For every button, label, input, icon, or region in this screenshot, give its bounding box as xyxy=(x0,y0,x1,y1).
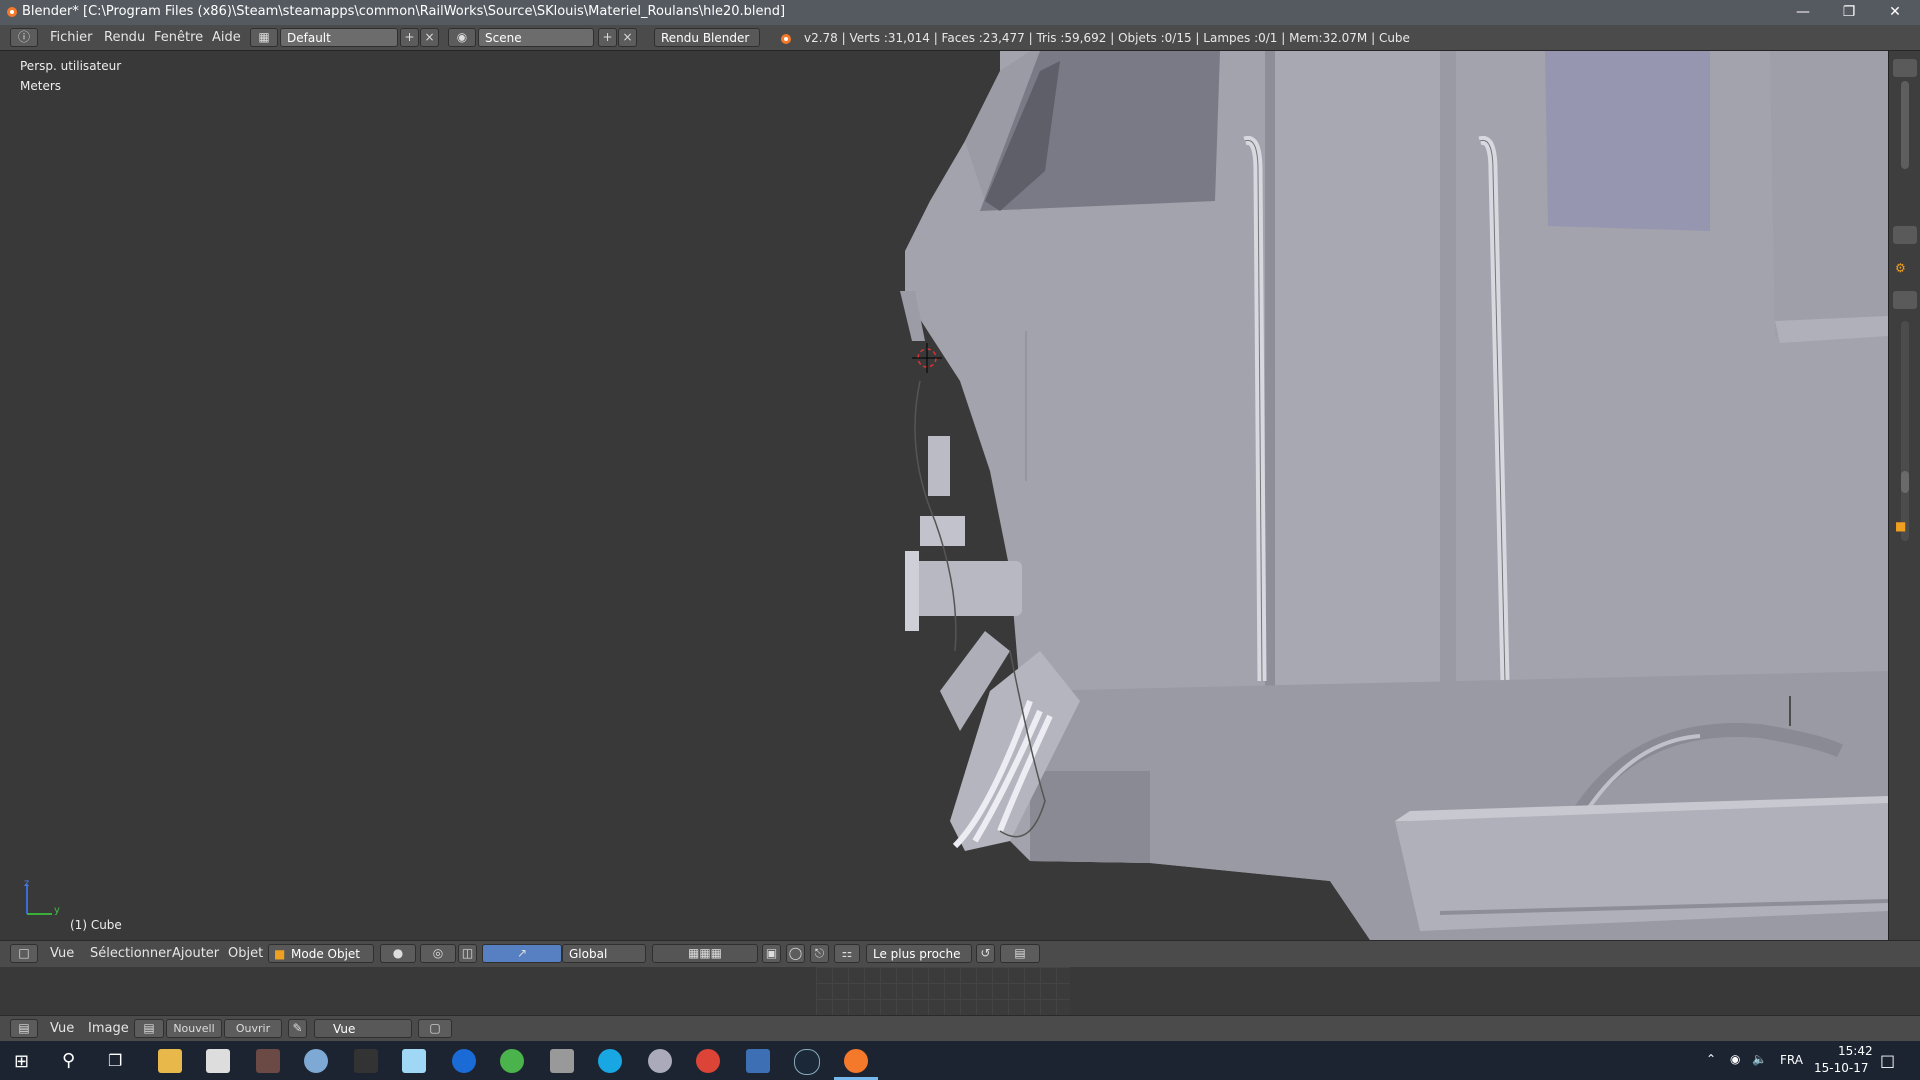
scene-icon[interactable]: ◉ xyxy=(448,28,476,47)
properties-icon[interactable] xyxy=(1893,226,1917,244)
menu-ajouter[interactable]: Ajouter xyxy=(172,946,219,961)
task-view-icon[interactable]: ❐ xyxy=(108,1051,122,1070)
blender-taskbar-icon[interactable] xyxy=(844,1049,868,1073)
snap-element-icon[interactable]: ⚏ xyxy=(834,944,860,963)
image-pivot-icon[interactable]: ▢ xyxy=(418,1019,452,1038)
menu-rendu[interactable]: Rendu xyxy=(104,30,145,45)
blender-logo-icon xyxy=(781,34,791,44)
menu-image-vue[interactable]: Vue xyxy=(50,1021,74,1036)
pivot-select-icon[interactable]: ◎ xyxy=(420,944,456,963)
network-icon[interactable]: ◉ xyxy=(1730,1052,1740,1066)
outliner-scrollbar[interactable] xyxy=(1901,81,1909,169)
open-image-button[interactable]: Ouvrir xyxy=(224,1019,282,1038)
properties-dropdown[interactable] xyxy=(1893,291,1917,309)
app-icon[interactable] xyxy=(550,1049,574,1073)
remove-layout-icon[interactable]: × xyxy=(420,28,439,47)
window-titlebar: Blender* [C:\Program Files (x86)\Steam\s… xyxy=(0,0,1920,25)
manipulator-toggle-icon[interactable]: ◫ xyxy=(458,944,477,963)
scrollbar-thumb[interactable] xyxy=(1901,471,1909,493)
steam-icon[interactable] xyxy=(794,1049,820,1075)
units-label: Meters xyxy=(20,79,62,93)
axis-z-label: z xyxy=(24,878,30,889)
object-cube-icon[interactable]: ■ xyxy=(1895,519,1906,533)
edge-icon[interactable] xyxy=(452,1049,476,1073)
axis-gizmo-icon xyxy=(26,884,52,915)
render-preview-icon[interactable]: ▤ xyxy=(1000,944,1040,963)
notifications-icon[interactable]: □ xyxy=(1880,1051,1895,1070)
image-editor-header: ▤ Vue Image ▤ Nouvell Ouvrir ✎ Vue ▢ xyxy=(0,1015,1920,1042)
transform-manipulators-icon[interactable]: ↗ xyxy=(482,944,562,963)
layers-grid-icon[interactable]: ▦▦▦ xyxy=(652,944,758,963)
menu-fenetre[interactable]: Fenêtre xyxy=(154,30,203,45)
view-mode-select[interactable]: Vue xyxy=(314,1019,412,1038)
settings-icon[interactable] xyxy=(648,1049,672,1073)
store-icon[interactable] xyxy=(206,1049,230,1073)
clock-date[interactable]: 15-10-17 xyxy=(1814,1061,1868,1075)
menu-objet[interactable]: Objet xyxy=(228,946,263,961)
menu-aide[interactable]: Aide xyxy=(212,30,241,45)
axis-y-label: y xyxy=(54,905,60,916)
menu-selectionner[interactable]: Sélectionner xyxy=(90,946,172,961)
snap-align-icon[interactable]: ↺ xyxy=(976,944,995,963)
pin-image-icon[interactable]: ✎ xyxy=(288,1019,307,1038)
properties-strip[interactable]: ⚙ ■ xyxy=(1888,51,1920,940)
app-icon[interactable] xyxy=(402,1049,426,1073)
scene-field[interactable]: Scene xyxy=(478,28,594,47)
start-icon[interactable]: ⊞ xyxy=(14,1051,29,1072)
train-model-render xyxy=(26,51,1888,940)
close-button[interactable]: ✕ xyxy=(1872,0,1918,25)
file-explorer-icon[interactable] xyxy=(158,1049,182,1073)
info-header: ⓘ Fichier Rendu Fenêtre Aide ▦ Default +… xyxy=(0,25,1920,51)
active-object-label: (1) Cube xyxy=(70,918,122,932)
chrome-icon[interactable] xyxy=(696,1049,720,1073)
windows-taskbar: ⊞ ⚲ ❐ ⌃ ◉ 🔈 FRA 15:42 15-10-17 □ xyxy=(0,1041,1920,1080)
editor-type-3dview-icon[interactable]: □ xyxy=(10,944,38,963)
layout-field[interactable]: Default xyxy=(280,28,398,47)
properties-scrollbar[interactable] xyxy=(1901,321,1909,541)
search-icon[interactable]: ⚲ xyxy=(62,1050,75,1071)
app-icon[interactable] xyxy=(746,1049,770,1073)
window-title: Blender* [C:\Program Files (x86)\Steam\s… xyxy=(22,4,786,19)
image-editor-area[interactable] xyxy=(0,967,1920,1015)
view-label: Persp. utilisateur xyxy=(20,59,122,73)
tray-chevron-icon[interactable]: ⌃ xyxy=(1706,1052,1716,1066)
menu-vue[interactable]: Vue xyxy=(50,946,74,961)
minimize-button[interactable]: — xyxy=(1780,0,1826,25)
shading-select-icon[interactable]: ● xyxy=(380,944,416,963)
pin-icon[interactable]: ⚙ xyxy=(1895,261,1915,277)
orientation-select[interactable]: Global xyxy=(562,944,646,963)
screen-layout-icon[interactable]: ▦ xyxy=(250,28,278,47)
3d-view-header: □ Vue Sélectionner Ajouter Objet Mode Ob… xyxy=(0,940,1920,967)
proportional-edit-icon[interactable]: ◯ xyxy=(786,944,805,963)
3d-viewport[interactable]: Persp. utilisateur Meters z y (1) Cube xyxy=(0,51,1888,940)
new-image-button[interactable]: Nouvell xyxy=(166,1019,222,1038)
menu-image[interactable]: Image xyxy=(88,1021,129,1036)
utorrent-icon[interactable] xyxy=(500,1049,524,1073)
restore-button[interactable]: ❐ xyxy=(1826,0,1872,25)
add-scene-icon[interactable]: + xyxy=(598,28,617,47)
editor-type-info-icon[interactable]: ⓘ xyxy=(10,28,38,47)
menu-fichier[interactable]: Fichier xyxy=(50,30,93,45)
object-mode-icon: ■ xyxy=(274,947,286,961)
outliner-icon[interactable] xyxy=(1893,59,1917,77)
language-indicator[interactable]: FRA xyxy=(1780,1053,1803,1067)
lock-layers-icon[interactable]: ▣ xyxy=(762,944,781,963)
app-icon[interactable] xyxy=(256,1049,280,1073)
browse-image-icon[interactable]: ▤ xyxy=(134,1019,164,1038)
scene-stats: v2.78 | Verts :31,014 | Faces :23,477 | … xyxy=(804,31,1410,45)
add-layout-icon[interactable]: + xyxy=(400,28,419,47)
app-icon[interactable] xyxy=(304,1049,328,1073)
skype-icon[interactable] xyxy=(598,1049,622,1073)
image-grid xyxy=(816,967,1070,1015)
app-icon[interactable] xyxy=(354,1049,378,1073)
blender-logo-icon xyxy=(7,7,17,17)
remove-scene-icon[interactable]: × xyxy=(618,28,637,47)
render-engine-select[interactable]: Rendu Blender xyxy=(654,28,760,47)
snap-target-select[interactable]: Le plus proche xyxy=(866,944,972,963)
snap-toggle-icon[interactable]: ⎋ xyxy=(810,944,829,963)
3d-cursor-icon xyxy=(912,343,942,373)
editor-type-image-icon[interactable]: ▤ xyxy=(10,1019,38,1038)
clock-time[interactable]: 15:42 xyxy=(1838,1044,1873,1058)
volume-icon[interactable]: 🔈 xyxy=(1752,1052,1767,1066)
